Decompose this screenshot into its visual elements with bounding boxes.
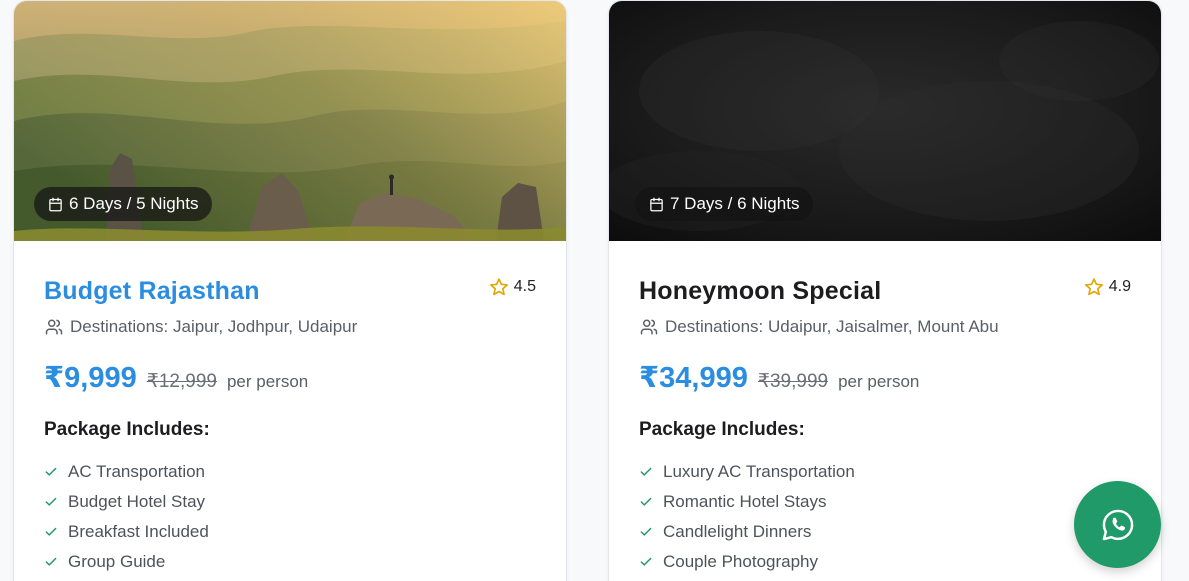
feature-text: Group Guide [68,552,166,571]
feature-text: AC Transportation [68,462,206,481]
feature-text: Luxury AC Transportation [663,462,855,481]
current-price: ₹9,999 [44,362,137,394]
list-item: Budget Hotel Stay [44,487,536,517]
package-title[interactable]: Honeymoon Special [639,275,1131,307]
duration-text: 6 Days / 5 Nights [69,194,199,213]
packages-section: 6 Days / 5 Nights Budget Rajasthan 4.5 D… [0,0,1189,581]
destinations: Destinations: Jaipur, Jodhpur, Udaipur [44,314,536,340]
whatsapp-icon [1100,507,1136,543]
star-icon [1084,277,1104,297]
includes-heading: Package Includes: [44,419,210,440]
list-item: Candlelight Dinners [639,517,1131,547]
features-list: Luxury AC Transportation Romantic Hotel … [639,457,1131,577]
package-card-budget-rajasthan[interactable]: 6 Days / 5 Nights Budget Rajasthan 4.5 D… [13,0,567,581]
list-item: AC Transportation [44,457,536,487]
users-icon [44,318,64,336]
list-item: Couple Photography [639,547,1131,577]
destinations: Destinations: Udaipur, Jaisalmer, Mount … [639,314,1131,340]
feature-text: Romantic Hotel Stays [663,492,827,511]
destinations-text: Destinations: Jaipur, Jodhpur, Udaipur [70,317,358,336]
feature-text: Candlelight Dinners [663,522,812,541]
feature-text: Breakfast Included [68,522,209,541]
check-icon [639,495,653,509]
check-icon [44,495,58,509]
package-image: 7 Days / 6 Nights [609,1,1161,241]
star-icon [489,277,509,297]
feature-text: Budget Hotel Stay [68,492,206,511]
destinations-text: Destinations: Udaipur, Jaisalmer, Mount … [665,317,999,336]
original-price: ₹39,999 [757,371,829,392]
features-list: AC Transportation Budget Hotel Stay Brea… [44,457,536,577]
feature-text: Couple Photography [663,552,819,571]
original-price: ₹12,999 [146,371,217,392]
check-icon [44,465,58,479]
current-price: ₹34,999 [639,362,748,394]
package-card-honeymoon-special[interactable]: 7 Days / 6 Nights Honeymoon Special 4.9 … [608,0,1162,581]
rating-value: 4.5 [513,278,536,295]
includes-heading: Package Includes: [639,419,805,440]
users-icon [639,318,659,336]
calendar-icon [649,197,664,212]
check-icon [44,525,58,539]
per-person-label: per person [226,372,309,391]
duration-text: 7 Days / 6 Nights [670,194,800,213]
check-icon [639,555,653,569]
rating-value: 4.9 [1108,278,1131,295]
list-item: Romantic Hotel Stays [639,487,1131,517]
check-icon [639,465,653,479]
list-item: Luxury AC Transportation [639,457,1131,487]
price-row: ₹9,999 ₹12,999 per person [44,360,536,396]
duration-badge: 7 Days / 6 Nights [635,187,814,221]
duration-badge: 6 Days / 5 Nights [34,187,213,221]
price-row: ₹34,999 ₹39,999 per person [639,360,1131,396]
check-icon [639,525,653,539]
package-image: 6 Days / 5 Nights [14,1,566,241]
whatsapp-button[interactable] [1074,481,1161,568]
package-title[interactable]: Budget Rajasthan [44,275,536,307]
rating: 4.5 [489,277,536,297]
check-icon [44,555,58,569]
list-item: Group Guide [44,547,536,577]
list-item: Breakfast Included [44,517,536,547]
per-person-label: per person [838,372,920,391]
calendar-icon [48,197,63,212]
rating: 4.9 [1084,277,1131,297]
